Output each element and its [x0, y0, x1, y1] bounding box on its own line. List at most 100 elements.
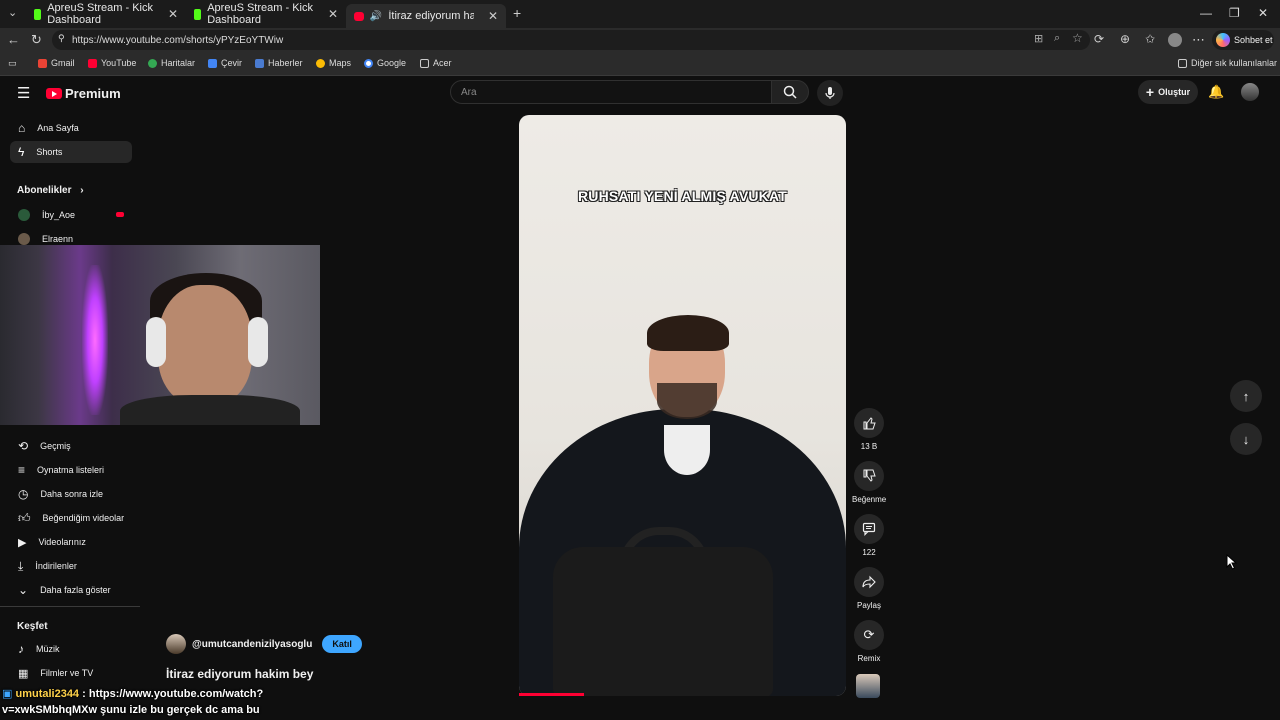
- music-icon: ♪: [18, 642, 24, 656]
- voice-search-button[interactable]: [817, 80, 843, 106]
- bookmark-youtube[interactable]: YouTube: [88, 58, 136, 68]
- sidebar-item-playlists[interactable]: ≡ Oynatma listeleri: [10, 459, 132, 481]
- extensions-icon[interactable]: ⟳: [1094, 32, 1104, 46]
- sidebar-item-liked-videos[interactable]: 👍︎ Beğendiğim videolar: [10, 507, 132, 529]
- sidebar-subscription-iby-aoe[interactable]: İby_Aoe: [10, 204, 132, 226]
- favorites-icon[interactable]: ✩: [1145, 32, 1155, 46]
- channel-avatar: [18, 233, 30, 245]
- share-icon: [862, 575, 876, 589]
- like-button[interactable]: 13 B: [852, 408, 886, 451]
- bookmark-gmail[interactable]: Gmail: [38, 58, 75, 68]
- mouse-cursor-icon: [1226, 554, 1238, 570]
- collections-icon[interactable]: ⊕: [1120, 32, 1130, 46]
- folder-icon: [1178, 58, 1187, 68]
- bookmark-acer[interactable]: Acer: [420, 58, 452, 68]
- video-title[interactable]: İtiraz ediyorum hakim bey: [166, 667, 313, 681]
- subscriptions-heading[interactable]: Abonelikler ›: [17, 185, 84, 196]
- tab-kick-dashboard-1[interactable]: ApreuS Stream - Kick Dashboard ✕: [26, 2, 186, 26]
- app-icon[interactable]: ⊞: [1034, 32, 1043, 45]
- video-progress-bar[interactable]: [519, 693, 584, 696]
- youtube-logo[interactable]: Premium: [46, 86, 121, 101]
- tab-title: İtiraz ediyorum hakim bey - Y: [388, 10, 474, 22]
- bookmark-label: Gmail: [51, 58, 75, 68]
- sidebar-item-watch-later[interactable]: ◷ Daha sonra izle: [10, 483, 132, 505]
- other-bookmarks[interactable]: Diğer sık kullanılanlar: [1178, 58, 1277, 68]
- account-avatar[interactable]: [1241, 83, 1259, 101]
- hamburger-menu-icon[interactable]: ☰: [17, 84, 30, 102]
- sidebar-item-show-more[interactable]: ⌄ Daha fazla göster: [10, 579, 132, 601]
- create-button[interactable]: + Oluştur: [1138, 80, 1198, 104]
- bookmark-maps[interactable]: Maps: [316, 58, 351, 68]
- shorts-icon: ϟ: [18, 145, 25, 159]
- share-label: Paylaş: [856, 601, 881, 610]
- video-icon: ▶: [18, 536, 27, 549]
- channel-avatar[interactable]: [166, 634, 186, 654]
- next-short-button[interactable]: ↓: [1230, 423, 1262, 455]
- bookmark-haberler[interactable]: Haberler: [255, 58, 303, 68]
- sidebar-item-label: İndirilenler: [35, 561, 77, 571]
- remix-button[interactable]: ⟳ Remix: [852, 620, 886, 663]
- comments-button[interactable]: 122: [852, 514, 886, 557]
- close-tab-icon[interactable]: ✕: [168, 7, 178, 21]
- sidebar-item-downloads[interactable]: ⤓ İndirilenler: [10, 555, 132, 577]
- tab-list-chevron-icon[interactable]: ⌄: [8, 6, 17, 19]
- bookmark-label: Çevir: [221, 58, 243, 68]
- bookmark-label: Diğer sık kullanılanlar: [1191, 58, 1278, 68]
- search-placeholder: Ara: [461, 86, 477, 98]
- bookmark-google[interactable]: Google: [364, 58, 406, 68]
- reading-list-icon[interactable]: ▭: [8, 58, 17, 69]
- sidebar-item-music[interactable]: ♪ Müzik: [10, 638, 132, 660]
- audio-thumbnail[interactable]: [856, 674, 880, 698]
- bookmark-cevir[interactable]: Çevir: [208, 58, 242, 68]
- share-button[interactable]: Paylaş: [852, 567, 886, 610]
- download-icon: ⤓: [18, 558, 24, 573]
- copilot-chat-button[interactable]: Sohbet et: [1212, 30, 1274, 50]
- like-count: 13 B: [860, 442, 878, 451]
- person-beard: [657, 383, 717, 419]
- tab-youtube-short[interactable]: 🔊 İtiraz ediyorum hakim bey - Y ✕: [346, 4, 506, 28]
- minimize-icon[interactable]: —: [1200, 6, 1212, 20]
- close-tab-icon[interactable]: ✕: [328, 7, 338, 21]
- sidebar-item-label: Daha fazla göster: [40, 585, 111, 595]
- favorite-star-icon[interactable]: ☆: [1072, 31, 1083, 45]
- join-button[interactable]: Katıl: [322, 635, 362, 653]
- tab-kick-dashboard-2[interactable]: ApreuS Stream - Kick Dashboard ✕: [186, 2, 346, 26]
- site-info-icon[interactable]: ⚲: [58, 33, 65, 44]
- sidebar-item-label: Oynatma listeleri: [37, 465, 105, 475]
- close-window-icon[interactable]: ✕: [1258, 6, 1268, 20]
- profile-avatar[interactable]: [1168, 33, 1182, 47]
- subscription-label: Elraenn: [42, 234, 74, 244]
- reload-icon[interactable]: ↻: [31, 32, 42, 48]
- new-tab-icon[interactable]: +: [513, 5, 521, 21]
- sidebar-item-history[interactable]: ⟲ Geçmiş: [10, 435, 132, 457]
- zoom-icon[interactable]: ⌕: [1054, 32, 1060, 45]
- bookmark-label: YouTube: [101, 58, 137, 68]
- shorts-video-player[interactable]: RUHSATI YENİ ALMIŞ AVUKAT: [519, 115, 846, 696]
- bookmarks-bar: ▭ Gmail YouTube Haritalar Çevir Haberler…: [0, 52, 1280, 76]
- maps-pin-icon: [148, 58, 157, 68]
- channel-handle[interactable]: @umutcandenizilyasoglu: [192, 639, 312, 650]
- search-button[interactable]: [771, 80, 809, 104]
- sidebar-item-your-videos[interactable]: ▶ Videolarınız: [10, 531, 132, 553]
- notifications-bell-icon[interactable]: 🔔: [1208, 84, 1224, 100]
- more-menu-icon[interactable]: ⋯: [1192, 32, 1205, 48]
- sidebar-item-label: Shorts: [36, 147, 63, 157]
- bookmark-haritalar[interactable]: Haritalar: [148, 58, 195, 68]
- sidebar-item-label: Filmler ve TV: [40, 668, 94, 678]
- copilot-icon: [1216, 33, 1230, 47]
- home-icon: ⌂: [18, 121, 26, 135]
- gmail-icon: [38, 58, 47, 68]
- search-input[interactable]: Ara: [450, 80, 772, 104]
- headphone-left: [146, 317, 166, 367]
- close-tab-icon[interactable]: ✕: [488, 9, 498, 23]
- dislike-button[interactable]: Beğenme: [852, 461, 886, 504]
- sidebar-item-home[interactable]: ⌂ Ana Sayfa: [10, 117, 132, 139]
- sidebar-item-movies[interactable]: ▦ Filmler ve TV: [10, 662, 132, 684]
- previous-short-button[interactable]: ↑: [1230, 380, 1262, 412]
- search-icon: [783, 85, 797, 99]
- url-field[interactable]: ⚲ https://www.youtube.com/shorts/yPYzEoY…: [52, 30, 1090, 50]
- back-icon[interactable]: ←: [7, 32, 20, 47]
- comment-count: 122: [862, 548, 876, 557]
- sidebar-item-shorts[interactable]: ϟ Shorts: [10, 141, 132, 163]
- restore-icon[interactable]: ❐: [1229, 6, 1240, 20]
